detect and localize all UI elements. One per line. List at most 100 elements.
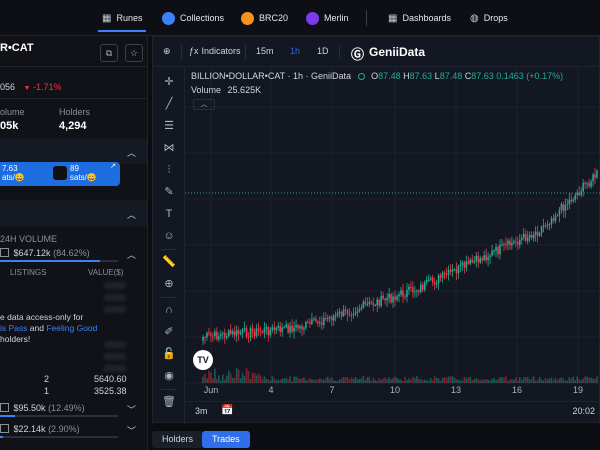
notice-line: e data access-only for xyxy=(0,312,84,322)
candle-body xyxy=(443,272,446,274)
market-share-bar xyxy=(0,436,118,438)
volume-bar xyxy=(204,373,206,383)
volume-bar xyxy=(396,377,398,383)
compare-button[interactable]: ⊕ xyxy=(163,46,171,57)
candle-body xyxy=(291,325,293,332)
text-icon[interactable]: T xyxy=(162,207,176,221)
volume-bar xyxy=(451,376,454,383)
candle-body xyxy=(509,240,511,246)
market-section-header[interactable]: ︿ xyxy=(0,200,147,226)
favorite-button[interactable]: ☆ xyxy=(125,44,143,62)
candle-body xyxy=(326,318,329,320)
tab-holders[interactable]: Holders xyxy=(152,431,204,448)
nav-runes-label: Runes xyxy=(116,13,143,23)
volume-bar xyxy=(210,372,212,383)
fib-icon[interactable]: ☰ xyxy=(162,119,176,133)
range-3m[interactable]: 3m xyxy=(195,406,208,416)
volume-bar xyxy=(202,376,204,383)
blurred-cell xyxy=(104,282,126,289)
volume-bar xyxy=(287,379,289,383)
nav-merlin[interactable]: Merlin xyxy=(306,9,349,27)
volume-bar xyxy=(469,376,472,383)
crosshair-icon[interactable]: ✛ xyxy=(162,75,176,89)
price-chart[interactable]: Jun 4 7 10 13 16 19 xyxy=(185,67,600,403)
volume-bar xyxy=(471,379,474,383)
nav-brc20[interactable]: BRC20 xyxy=(241,9,288,27)
market-row-3[interactable]: $22.14k (2.90%) ﹀ xyxy=(0,424,147,436)
bottom-tabs: Holders Trades xyxy=(152,428,600,450)
volume-bar xyxy=(435,377,438,383)
emoji-icon[interactable]: ☺ xyxy=(162,229,176,243)
brush-icon[interactable]: ✎ xyxy=(162,185,176,199)
volume-bar xyxy=(218,375,220,383)
volume-bar xyxy=(538,377,541,383)
volume-bar xyxy=(564,380,567,383)
candle-body xyxy=(447,269,450,275)
volume-bar xyxy=(580,380,582,383)
lock-drawing-icon[interactable]: ✐ xyxy=(162,325,176,339)
lock-icon[interactable]: 🔓 xyxy=(162,347,176,361)
magnet-icon[interactable]: ∩ xyxy=(162,303,176,317)
volume-bar xyxy=(445,377,448,383)
ruler-icon[interactable]: 📏 xyxy=(162,255,176,269)
trendline-icon[interactable]: ╱ xyxy=(162,97,176,111)
chart-area[interactable]: Jun 4 7 10 13 16 19 BILLION•DOLLAR•CAT · 1h · … xyxy=(185,67,600,403)
pattern-icon[interactable]: ⋈ xyxy=(162,141,176,155)
interval-1d[interactable]: 1D xyxy=(317,46,329,56)
candle-body xyxy=(477,255,480,263)
volume-label: olume xyxy=(0,107,25,117)
interval-1h[interactable]: 1h xyxy=(290,46,300,56)
notice-line: is Pass and Feeling Good xyxy=(0,323,98,333)
nav-collections[interactable]: Collections xyxy=(162,9,224,27)
volume-bar xyxy=(509,379,511,383)
price-card[interactable]: 89 sats/😀 ↗ xyxy=(48,162,120,186)
market-pct: (2.90%) xyxy=(48,424,80,434)
date-range-icon[interactable]: 📅 xyxy=(221,405,233,416)
copy-button[interactable]: ⧉ xyxy=(100,44,118,62)
volume-bar xyxy=(301,378,303,383)
trash-icon[interactable]: 🗑 xyxy=(162,395,176,409)
volume-bar xyxy=(400,379,402,383)
volume-bar xyxy=(279,379,282,383)
candle-body xyxy=(374,305,377,307)
candle-body xyxy=(360,307,363,310)
nav-drops[interactable]: ◍ Drops xyxy=(470,9,508,27)
candle-body xyxy=(425,279,428,283)
volume-bar xyxy=(420,379,422,383)
eye-icon[interactable]: ◉ xyxy=(162,369,176,383)
volume-bar xyxy=(277,379,280,383)
candle-body xyxy=(574,195,577,200)
volume-bar xyxy=(354,377,357,383)
pass-link[interactable]: is Pass xyxy=(0,323,27,333)
market-share-fill xyxy=(0,260,100,262)
volume-bar xyxy=(453,377,456,383)
indicators-button[interactable]: ƒx Indicators xyxy=(189,46,241,56)
nav-dashboards[interactable]: ▦ Dashboards xyxy=(388,9,451,27)
volume-bar xyxy=(328,378,331,383)
zoom-in-icon[interactable]: ⊕ xyxy=(162,277,176,291)
tab-trades[interactable]: Trades xyxy=(202,431,250,448)
star-icon: ☆ xyxy=(129,47,139,58)
volume-bar xyxy=(307,379,309,383)
volume-bar xyxy=(326,376,329,383)
candle-body xyxy=(378,299,381,306)
volume-bar xyxy=(519,377,521,383)
candle-body xyxy=(507,240,509,245)
candle-body xyxy=(346,310,349,315)
candle-body xyxy=(465,261,468,268)
volume-bar xyxy=(568,377,571,383)
blurred-cell xyxy=(104,294,126,301)
interval-15m[interactable]: 15m xyxy=(256,46,274,56)
market-row-2[interactable]: $95.50k (12.49%) ﹀ xyxy=(0,403,147,415)
market-row-1[interactable]: $647.12k (84.62%) ︿ xyxy=(0,248,147,260)
volume-bar xyxy=(588,377,590,383)
volume-header: 24H VOLUME xyxy=(0,234,58,244)
toolbar-divider xyxy=(339,45,340,59)
prediction-icon[interactable]: ⫶ xyxy=(162,163,176,177)
collapse-legend-button[interactable]: ︿ xyxy=(193,99,215,110)
nav-runes[interactable]: ▦ Runes xyxy=(97,9,147,32)
candle-body xyxy=(271,327,274,330)
candle-body xyxy=(212,335,214,337)
feeling-good-link[interactable]: Feeling Good xyxy=(46,323,97,333)
cards-section-header[interactable]: ︿ xyxy=(0,138,147,164)
